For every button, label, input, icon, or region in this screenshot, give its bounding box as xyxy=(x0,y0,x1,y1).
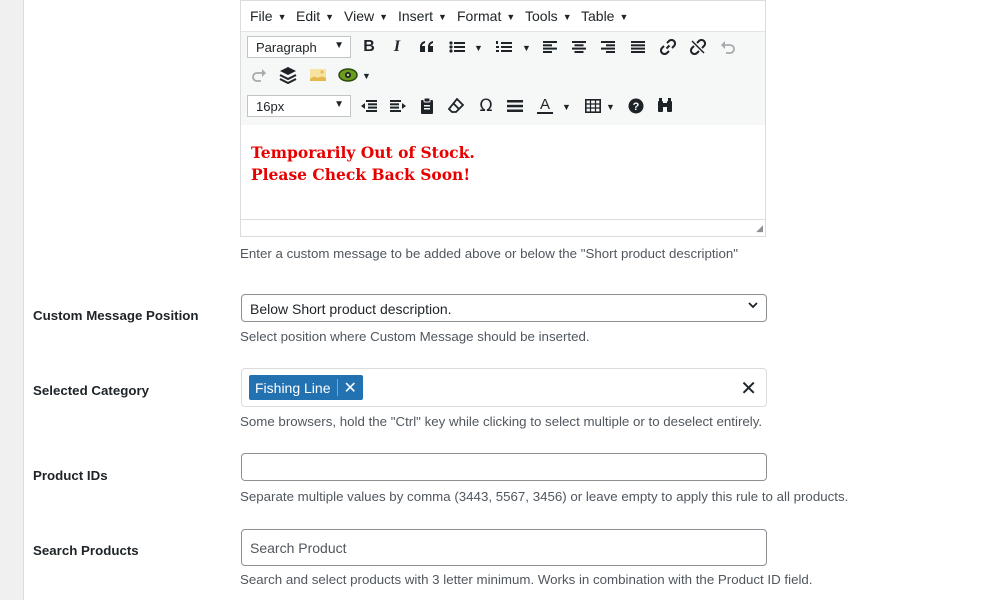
product-ids-input[interactable] xyxy=(241,453,767,481)
svg-text:?: ? xyxy=(633,101,640,113)
align-center-button[interactable] xyxy=(568,36,590,58)
position-help: Select position where Custom Message sho… xyxy=(240,329,590,344)
clear-formatting-button[interactable] xyxy=(445,95,467,117)
position-label: Custom Message Position xyxy=(33,308,199,323)
font-size-select-value: 16px xyxy=(256,99,285,114)
plugin-icon xyxy=(338,68,358,82)
menu-format[interactable]: Format ▼ xyxy=(457,8,515,24)
menu-tools[interactable]: Tools ▼ xyxy=(525,8,572,24)
text-color-button[interactable]: A xyxy=(534,94,556,116)
binoculars-icon xyxy=(658,98,672,112)
position-select[interactable]: Below Short product description. xyxy=(241,294,767,322)
format-select[interactable]: Paragraph ▼ xyxy=(247,36,351,58)
eraser-icon xyxy=(448,98,464,113)
redo-button[interactable] xyxy=(248,64,270,86)
numbered-list-icon xyxy=(496,41,512,52)
bullet-list-button[interactable] xyxy=(446,36,468,58)
text-color-icon: A xyxy=(539,95,550,113)
indent-button[interactable] xyxy=(387,95,409,117)
menu-table[interactable]: Table ▼ xyxy=(581,8,628,24)
layers-button[interactable] xyxy=(277,64,299,86)
category-tag: Fishing Line ✕ xyxy=(249,375,363,400)
outdent-button[interactable] xyxy=(358,95,380,117)
category-tag-label: Fishing Line xyxy=(255,379,331,396)
justify-icon xyxy=(631,41,645,53)
image-button[interactable] xyxy=(307,64,329,86)
search-products-label: Search Products xyxy=(33,543,139,558)
table-caret-icon[interactable]: ▼ xyxy=(606,102,615,112)
help-button[interactable]: ? xyxy=(625,95,647,117)
font-size-select[interactable]: 16px ▼ xyxy=(247,95,351,117)
bullet-list-caret-icon[interactable]: ▼ xyxy=(474,43,483,53)
align-center-icon xyxy=(572,41,586,53)
product-ids-label: Product IDs xyxy=(33,468,108,483)
numbered-list-button[interactable] xyxy=(493,36,515,58)
justify-button[interactable] xyxy=(627,36,649,58)
remove-link-button[interactable] xyxy=(687,36,709,58)
product-ids-help: Separate multiple values by comma (3443,… xyxy=(240,489,849,504)
editor-content[interactable]: Temporarily Out of Stock. Please Check B… xyxy=(241,125,765,220)
outdent-icon xyxy=(361,100,377,112)
format-select-value: Paragraph xyxy=(256,40,317,55)
align-left-icon xyxy=(543,41,557,53)
image-icon xyxy=(310,69,326,81)
horizontal-line-button[interactable] xyxy=(504,95,526,117)
admin-sidebar-edge xyxy=(0,0,24,600)
category-multiselect[interactable]: Fishing Line ✕ ✕ xyxy=(241,368,767,407)
blockquote-button[interactable] xyxy=(416,36,438,58)
blockquote-icon xyxy=(420,41,433,52)
content-line: Temporarily Out of Stock. xyxy=(251,143,475,162)
italic-button[interactable]: I xyxy=(386,36,408,58)
numbered-list-caret-icon[interactable]: ▼ xyxy=(522,43,531,53)
insert-link-button[interactable] xyxy=(657,36,679,58)
clipboard-icon xyxy=(421,98,433,114)
chevron-down-icon xyxy=(748,302,758,309)
editor-menubar: File ▼ Edit ▼ View ▼ Insert ▼ Format ▼ Tools ▼… xyxy=(241,1,765,32)
rich-text-editor: File ▼ Edit ▼ View ▼ Insert ▼ Format ▼ Tools ▼… xyxy=(240,0,766,237)
category-label: Selected Category xyxy=(33,383,150,398)
position-select-value: Below Short product description. xyxy=(250,301,452,317)
special-character-button[interactable]: Ω xyxy=(475,95,497,117)
editor-toolbar: File ▼ Edit ▼ View ▼ Insert ▼ Format ▼ Tools ▼… xyxy=(241,1,765,126)
layers-icon xyxy=(279,67,297,84)
link-icon xyxy=(660,39,676,55)
bullet-list-icon xyxy=(449,41,465,53)
custom-message-help: Enter a custom message to be added above… xyxy=(240,246,739,261)
paste-text-button[interactable] xyxy=(416,95,438,117)
unlink-icon xyxy=(690,39,706,55)
clear-selection-icon[interactable]: ✕ xyxy=(740,376,757,401)
plugin-caret-icon[interactable]: ▼ xyxy=(362,71,371,81)
align-right-icon xyxy=(601,41,615,53)
redo-icon xyxy=(252,69,266,82)
table-icon xyxy=(585,99,601,113)
chevron-down-icon: ▼ xyxy=(334,40,344,51)
indent-icon xyxy=(390,100,406,112)
find-replace-button[interactable] xyxy=(654,94,676,116)
category-help: Some browsers, hold the "Ctrl" key while… xyxy=(240,414,763,429)
horizontal-line-icon xyxy=(507,100,523,112)
bold-button[interactable]: B xyxy=(358,36,380,58)
menu-edit[interactable]: Edit ▼ xyxy=(296,8,334,24)
menu-insert[interactable]: Insert ▼ xyxy=(398,8,447,24)
search-products-help: Search and select products with 3 letter… xyxy=(240,572,813,587)
align-right-button[interactable] xyxy=(597,36,619,58)
undo-button[interactable] xyxy=(717,36,739,58)
table-button[interactable] xyxy=(582,95,604,117)
align-left-button[interactable] xyxy=(539,36,561,58)
content-line: Please Check Back Soon! xyxy=(251,165,471,184)
resize-handle-icon[interactable]: ◢ xyxy=(756,223,763,234)
menu-view[interactable]: View ▼ xyxy=(344,8,388,24)
help-icon: ? xyxy=(628,98,644,114)
menu-file[interactable]: File ▼ xyxy=(250,8,286,24)
chevron-down-icon: ▼ xyxy=(334,99,344,110)
undo-icon xyxy=(721,41,735,54)
remove-tag-icon[interactable]: ✕ xyxy=(338,378,363,398)
plugin-button[interactable] xyxy=(337,64,359,86)
search-products-input[interactable] xyxy=(241,529,767,566)
text-color-caret-icon[interactable]: ▼ xyxy=(562,102,571,112)
